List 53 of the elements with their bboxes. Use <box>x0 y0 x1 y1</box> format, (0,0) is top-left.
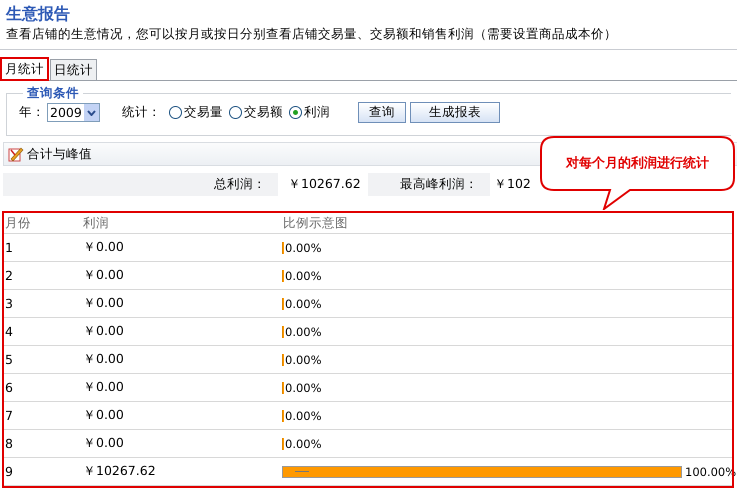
radio-option[interactable]: 交易量 <box>169 104 223 121</box>
dropdown-caret-icon <box>87 110 96 116</box>
summary-value: ￥10267.62 <box>288 176 361 193</box>
table-cell: 4 <box>5 324 13 339</box>
radio-option[interactable]: 交易额 <box>229 104 283 121</box>
percent-value: 0.00% <box>285 353 322 367</box>
table-cell: 3 <box>5 296 13 311</box>
column-header: 月份 <box>5 214 31 232</box>
table-cell: 7 <box>5 408 13 423</box>
table-cell: ￥0.00 <box>83 295 124 312</box>
query-button[interactable]: 查询 <box>358 102 406 123</box>
table-cell: 5 <box>5 352 13 367</box>
table-cell: ￥0.00 <box>83 323 124 340</box>
column-header: 比例示意图 <box>283 214 348 232</box>
summary-label: 总利润： <box>214 176 266 193</box>
table-cell: 2 <box>5 268 13 283</box>
panel-legend: 查询条件 <box>23 85 83 102</box>
radio-button[interactable] <box>169 106 182 119</box>
report-button[interactable]: 生成报表 <box>410 102 500 123</box>
table-cell: 9 <box>5 464 13 479</box>
page-title: 生意报告 <box>6 3 70 25</box>
column-header: 利润 <box>83 214 109 232</box>
radio-button[interactable] <box>229 106 242 119</box>
table-cell: 8 <box>5 436 13 451</box>
callout-text: 对每个月的利润进行统计 <box>566 154 709 172</box>
radio-option[interactable]: 利润 <box>289 104 330 121</box>
table-cell: 1 <box>5 240 13 255</box>
summary-value: ￥102 <box>494 176 531 193</box>
percent-value: 0.00% <box>285 269 322 283</box>
table-cell: ￥0.00 <box>83 407 124 424</box>
percent-value: 0.00% <box>285 409 322 423</box>
percent-value: 0.00% <box>285 297 322 311</box>
table-cell: ￥0.00 <box>83 351 124 368</box>
percent-value: 0.00% <box>285 241 322 255</box>
table-cell: ￥0.00 <box>83 379 124 396</box>
year-select[interactable]: 2009 <box>47 103 100 122</box>
table-cell: ￥0.00 <box>83 267 124 284</box>
radio-button[interactable] <box>289 106 302 119</box>
summary-label: 最高峰利润： <box>400 176 478 193</box>
table-cell: ￥0.00 <box>83 435 124 452</box>
table-cell: ￥10267.62 <box>83 463 156 480</box>
percent-value: 0.00% <box>285 437 322 451</box>
stat-label: 统计： <box>122 104 161 121</box>
percent-value: 0.00% <box>285 381 322 395</box>
year-label: 年： <box>19 104 45 121</box>
tab[interactable]: 月统计 <box>1 58 48 80</box>
tab[interactable]: 日统计 <box>50 59 97 80</box>
page-description: 查看店铺的生意情况，您可以按月或按日分别查看店铺交易量、交易额和销售利润（需要设置商品成本价） <box>6 25 617 42</box>
table-cell: ￥0.00 <box>83 239 124 256</box>
edit-report-icon <box>8 146 24 162</box>
percent-value: 0.00% <box>285 325 322 339</box>
section-title: 合计与峰值 <box>27 146 92 162</box>
table-cell: 6 <box>5 380 13 395</box>
